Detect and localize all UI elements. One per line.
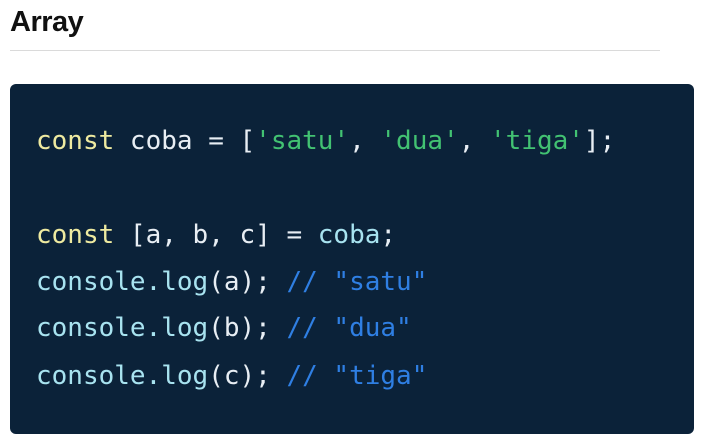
code-token: 'tiga' xyxy=(490,126,584,156)
code-token: coba = [ xyxy=(114,126,256,156)
code-block: const coba = ['satu', 'dua', 'tiga']; co… xyxy=(10,84,694,434)
code-token: (a); xyxy=(208,267,287,297)
code-token: ]; xyxy=(583,126,616,156)
code-line-1: const coba = ['satu', 'dua', 'tiga']; xyxy=(36,124,615,158)
code-token: console.log xyxy=(36,267,209,297)
code-token: console.log xyxy=(36,313,209,343)
code-line-5: console.log(c); // "tiga" xyxy=(36,359,427,393)
code-line-3: console.log(a); // "satu" xyxy=(36,265,427,299)
code-token: ; xyxy=(380,220,397,250)
code-token: (b); xyxy=(208,313,287,343)
code-token: // "tiga" xyxy=(286,361,428,391)
code-token: // "satu" xyxy=(286,267,428,297)
code-token: coba xyxy=(317,220,381,250)
code-line-4: console.log(b); // "dua" xyxy=(36,311,412,345)
code-token: 'dua' xyxy=(380,126,459,156)
code-token: 'satu' xyxy=(255,126,350,156)
code-token: // "dua" xyxy=(286,313,412,343)
page-title: Array xyxy=(10,6,84,38)
code-line-2: const [a, b, c] = coba; xyxy=(36,218,396,252)
code-token: console.log xyxy=(36,361,209,391)
code-token: [a, b, c] = xyxy=(114,220,318,250)
code-token: const xyxy=(36,220,115,250)
code-token: , xyxy=(458,126,490,156)
title-divider xyxy=(10,50,660,51)
code-token: (c); xyxy=(208,361,287,391)
code-token: const xyxy=(36,126,115,156)
code-token: , xyxy=(349,126,381,156)
